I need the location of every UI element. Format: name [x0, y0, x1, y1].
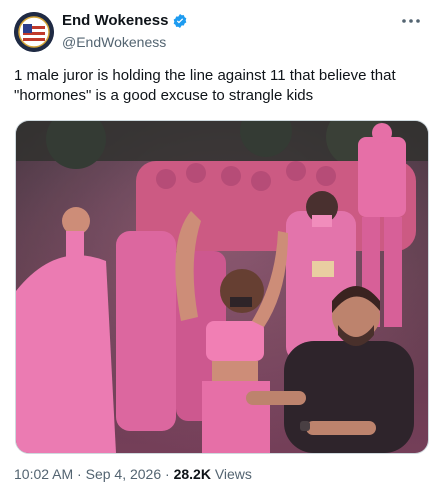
verified-badge-icon: [174, 13, 187, 28]
tweet-date[interactable]: Sep 4, 2026: [86, 466, 162, 482]
views-count[interactable]: 28.2K: [174, 466, 211, 482]
author-avatar[interactable]: [14, 12, 54, 52]
flag-badge-icon: [14, 12, 54, 52]
tweet-photo[interactable]: [15, 120, 429, 454]
meta-separator: ·: [161, 466, 174, 482]
more-options-icon[interactable]: [400, 14, 422, 28]
views-label: Views: [210, 466, 252, 482]
tweet-post: End Wokeness @EndWokeness 1 male juror i…: [0, 0, 444, 500]
meta-separator: ·: [73, 466, 86, 482]
tweet-meta: 10:02 AM · Sep 4, 2026 · 28.2K Views: [14, 466, 252, 482]
tweet-time[interactable]: 10:02 AM: [14, 466, 73, 482]
tweet-text: 1 male juror is holding the line against…: [14, 67, 396, 104]
crowd-photo-icon: [16, 121, 428, 453]
author-handle[interactable]: @EndWokeness: [62, 34, 166, 50]
author-display-name[interactable]: End Wokeness: [62, 12, 168, 29]
author-name-line: End Wokeness: [62, 12, 188, 29]
